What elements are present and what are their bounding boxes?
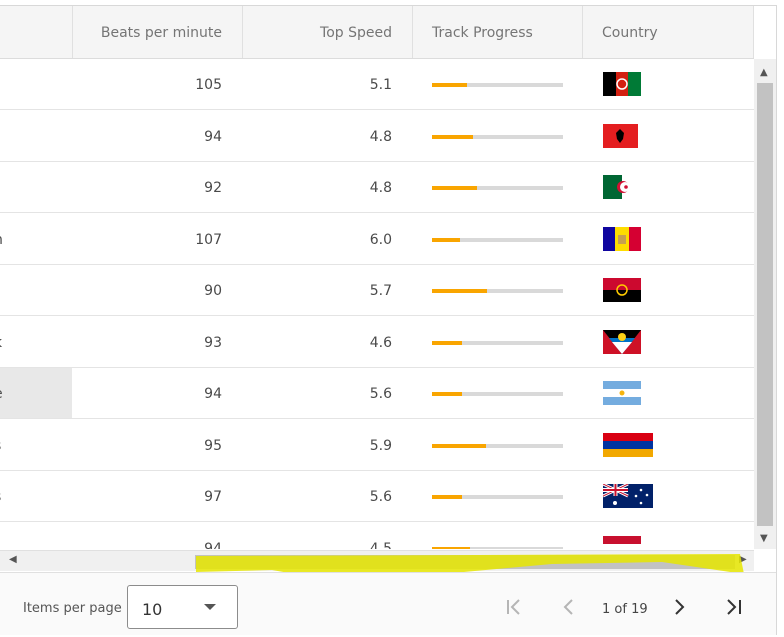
- table-row[interactable]: n107 6.0: [0, 214, 754, 265]
- cell-speed[interactable]: 5.6: [242, 368, 392, 418]
- grid: Beats per minute Top Speed Track Progres…: [0, 5, 777, 635]
- cell-name[interactable]: r: [0, 111, 72, 161]
- cell-name[interactable]: [0, 162, 72, 212]
- table-row[interactable]: r94 4.8: [0, 111, 754, 162]
- track-progress-bar: [432, 444, 563, 448]
- table-row[interactable]: s95 5.9: [0, 420, 754, 471]
- scroll-left-icon[interactable]: ◀: [9, 554, 17, 565]
- cell-name[interactable]: [0, 265, 72, 315]
- track-progress-bar: [432, 238, 563, 242]
- cell-name[interactable]: [0, 523, 72, 549]
- track-progress-fill: [432, 186, 477, 190]
- track-progress-fill: [432, 238, 460, 242]
- table-row[interactable]: 92 4.8: [0, 162, 754, 213]
- cell-bpm[interactable]: 107: [72, 214, 222, 264]
- track-progress-fill: [432, 392, 463, 396]
- country-flag-icon: [603, 381, 641, 409]
- country-flag-icon: [603, 72, 641, 100]
- column-header-name[interactable]: [0, 6, 73, 58]
- vertical-scrollbar[interactable]: ▲ ▼: [754, 59, 776, 549]
- cell-speed[interactable]: 5.9: [242, 420, 392, 470]
- track-progress-fill: [432, 495, 463, 499]
- table-row[interactable]: 105 5.1: [0, 59, 754, 110]
- track-progress-bar: [432, 135, 563, 139]
- page-info: 1 of 19: [602, 602, 648, 617]
- table-row[interactable]: s97 5.6: [0, 471, 754, 522]
- column-header-track[interactable]: Track Progress: [412, 6, 583, 58]
- cell-name[interactable]: s: [0, 420, 72, 470]
- track-progress-bar: [432, 341, 563, 345]
- scroll-up-icon[interactable]: ▲: [760, 67, 768, 78]
- cell-name[interactable]: [0, 59, 72, 109]
- cell-bpm[interactable]: 93: [72, 317, 222, 367]
- cell-speed[interactable]: 5.6: [242, 471, 392, 521]
- column-header-bpm[interactable]: Beats per minute: [72, 6, 243, 58]
- cell-speed[interactable]: 4.8: [242, 162, 392, 212]
- cell-speed[interactable]: 5.1: [242, 59, 392, 109]
- cell-speed[interactable]: 5.7: [242, 265, 392, 315]
- track-progress-bar: [432, 186, 563, 190]
- cell-speed[interactable]: 4.8: [242, 111, 392, 161]
- grid-header: Beats per minute Top Speed Track Progres…: [0, 6, 754, 59]
- vertical-scroll-thumb[interactable]: [757, 83, 773, 526]
- column-header-country[interactable]: Country: [582, 6, 754, 58]
- track-progress-bar: [432, 289, 563, 293]
- scroll-down-icon[interactable]: ▼: [760, 533, 768, 544]
- paginator: Items per page 10 1 of 19: [0, 572, 776, 635]
- track-progress-fill: [432, 444, 486, 448]
- cell-bpm[interactable]: 105: [72, 59, 222, 109]
- country-flag-icon: [602, 482, 653, 512]
- cell-name[interactable]: s: [0, 471, 72, 521]
- track-progress-bar: [432, 392, 563, 396]
- track-progress-bar: [432, 83, 563, 87]
- country-flag-icon: [603, 433, 653, 461]
- cell-bpm[interactable]: 95: [72, 420, 222, 470]
- country-flag-icon: [603, 227, 641, 255]
- cell-bpm[interactable]: 92: [72, 162, 222, 212]
- cell-name[interactable]: e: [0, 368, 72, 418]
- cell-bpm[interactable]: 97: [72, 471, 222, 521]
- cell-bpm[interactable]: 90: [72, 265, 222, 315]
- table-row[interactable]: k93 4.6: [0, 317, 754, 368]
- country-flag-icon: [603, 175, 641, 203]
- items-per-page-label: Items per page: [23, 601, 122, 616]
- track-progress-bar: [432, 495, 563, 499]
- page-size-select[interactable]: 10: [127, 585, 238, 629]
- cell-name[interactable]: k: [0, 317, 72, 367]
- track-progress-fill: [432, 135, 473, 139]
- cell-bpm[interactable]: 94: [72, 111, 222, 161]
- caret-down-icon: [204, 604, 216, 610]
- track-progress-fill: [432, 289, 488, 293]
- table-row[interactable]: 90 5.7: [0, 265, 754, 316]
- page-size-value: 10: [142, 600, 163, 619]
- column-header-speed[interactable]: Top Speed: [242, 6, 413, 58]
- cell-speed[interactable]: 6.0: [242, 214, 392, 264]
- track-progress-fill: [432, 341, 463, 345]
- cell-speed[interactable]: 4.6: [242, 317, 392, 367]
- chevron-right-icon[interactable]: [667, 597, 691, 617]
- chevron-left-icon[interactable]: [557, 597, 581, 617]
- country-flag-icon: [603, 330, 641, 358]
- cell-bpm[interactable]: 94: [72, 368, 222, 418]
- last-page-icon[interactable]: [721, 597, 745, 617]
- grid-body: 1055.1r944.8924.8n1076.0905.7k934.6e945.…: [0, 59, 754, 549]
- table-row[interactable]: e94 5.6: [0, 368, 754, 419]
- cell-name[interactable]: n: [0, 214, 72, 264]
- track-progress-fill: [432, 83, 468, 87]
- first-page-icon[interactable]: [503, 597, 527, 617]
- country-flag-icon: [603, 278, 641, 306]
- country-flag-icon: [603, 124, 638, 152]
